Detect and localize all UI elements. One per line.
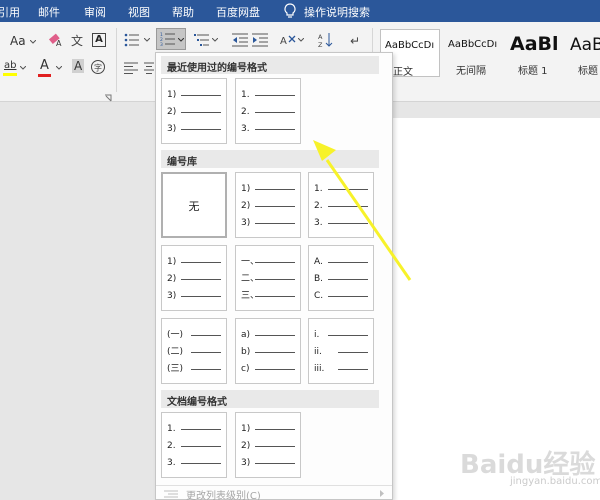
watermark: Baidu经验 jingyan.baidu.com — [440, 440, 600, 490]
annotation-arrow — [313, 140, 412, 281]
watermark-subtext: jingyan.baidu.com — [510, 476, 600, 487]
